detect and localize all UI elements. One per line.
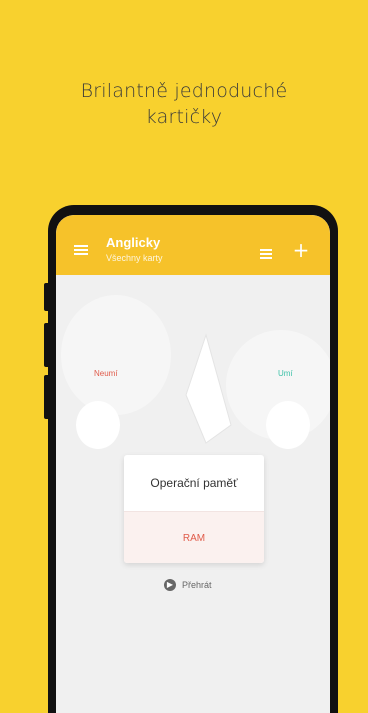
- list-view-icon[interactable]: [260, 249, 272, 259]
- hand-pointer-icon: [185, 333, 232, 444]
- card-front: Operační paměť: [124, 455, 264, 512]
- promo-page: Brilantně jednoduché kartičky Anglicky V…: [0, 0, 368, 713]
- phone-side-button: [44, 283, 50, 311]
- swipe-left-hint: Neumí: [94, 369, 118, 378]
- play-label: Přehrát: [182, 580, 212, 590]
- app-bar: Anglicky Všechny karty +: [56, 215, 330, 275]
- right-hand: [266, 401, 310, 449]
- flashcard[interactable]: Operační paměť RAM: [124, 455, 264, 563]
- headline-line-1: Brilantně jednoduché: [80, 80, 288, 102]
- phone-mockup: Anglicky Všechny karty + Neumí Umí Opera…: [44, 205, 338, 713]
- add-icon[interactable]: +: [292, 240, 310, 260]
- phone-side-button: [44, 375, 50, 419]
- menu-icon[interactable]: [74, 245, 88, 255]
- deck-title: Anglicky: [106, 235, 161, 250]
- play-button[interactable]: ▶ Přehrát: [164, 579, 212, 591]
- card-back: RAM: [124, 512, 264, 563]
- swipe-right-hint: Umí: [278, 369, 293, 378]
- illustration-shape: [61, 295, 171, 415]
- deck-subtitle: Všechny karty: [106, 253, 163, 263]
- headline-line-2: kartičky: [145, 106, 223, 128]
- left-hand: [76, 401, 120, 449]
- app-screen: Anglicky Všechny karty + Neumí Umí Opera…: [56, 215, 330, 713]
- phone-side-button: [44, 323, 50, 367]
- play-icon: ▶: [164, 579, 176, 591]
- promo-headline: Brilantně jednoduché kartičky: [0, 78, 368, 130]
